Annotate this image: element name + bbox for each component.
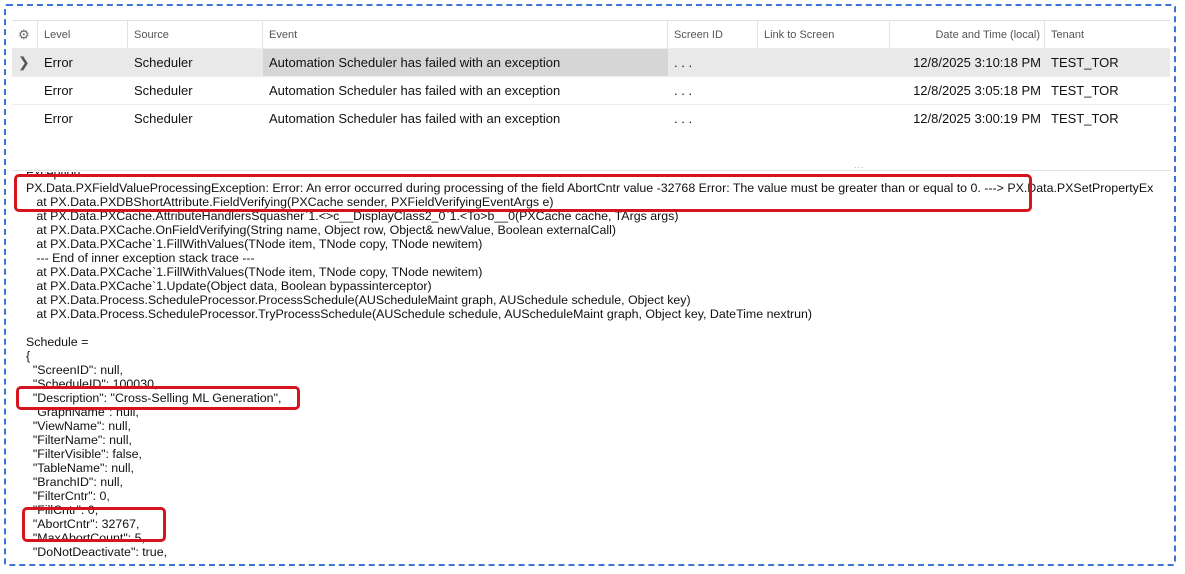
table-row[interactable]: Error Scheduler Automation Scheduler has… [12, 76, 1170, 104]
details-line: at PX.Data.PXCache.OnFieldVerifying(Stri… [26, 223, 616, 237]
details-line: "AbortCntr": 32767, [26, 517, 140, 531]
cell-tenant: TEST_TOR [1051, 55, 1119, 70]
details-line: "FillCntr": 0, [26, 503, 99, 517]
cell-link-to-screen[interactable] [758, 105, 890, 132]
cell-level: Error [44, 111, 73, 126]
details-line: PX.Data.PXFieldValueProcessingException:… [26, 181, 1154, 195]
details-line: "ScheduleID": 100030, [26, 377, 158, 391]
details-line: "FilterVisible": false, [26, 447, 142, 461]
header-event[interactable]: Event [263, 21, 668, 48]
header-tenant[interactable]: Tenant [1045, 21, 1165, 48]
panel-splitter[interactable]: ... [12, 140, 1170, 171]
details-line: "FilterCntr": 0, [26, 489, 110, 503]
cell-level: Error [44, 83, 73, 98]
details-line: at PX.Data.Process.ScheduleProcessor.Pro… [26, 293, 691, 307]
exception-details-panel: Exception: PX.Data.PXFieldValueProcessin… [12, 172, 1170, 564]
chevron-right-icon: ❯ [18, 54, 30, 70]
cell-screen-id[interactable]: . . . [668, 105, 758, 132]
table-row[interactable]: ❯ Error Scheduler Automation Scheduler h… [12, 48, 1170, 76]
details-line: at PX.Data.PXDBShortAttribute.FieldVerif… [26, 195, 554, 209]
cell-screen-id[interactable]: . . . [668, 49, 758, 76]
details-line: "MaxAbortCount": 5, [26, 531, 145, 545]
details-line: "Description": "Cross-Selling ML Generat… [26, 391, 282, 405]
details-line: "ScreenID": null, [26, 363, 123, 377]
cell-level: Error [44, 55, 73, 70]
details-line: Schedule = [26, 335, 89, 349]
details-line: { [26, 349, 31, 363]
log-grid: ⚙ Level Source Event Screen ID Link to S… [12, 20, 1170, 132]
header-date-time[interactable]: Date and Time (local) [890, 21, 1045, 48]
cell-link-to-screen[interactable] [758, 49, 890, 76]
details-line: at PX.Data.PXCache.AttributeHandlersSqua… [26, 209, 679, 223]
header-screen-id[interactable]: Screen ID [668, 21, 758, 48]
cell-tenant: TEST_TOR [1051, 83, 1119, 98]
cell-source: Scheduler [134, 83, 193, 98]
details-line: at PX.Data.PXCache`1.FillWithValues(TNod… [26, 237, 483, 251]
details-line: "BranchID": null, [26, 475, 123, 489]
cell-source: Scheduler [134, 55, 193, 70]
row-expand-button[interactable]: ❯ [12, 49, 38, 76]
details-line: Exception: [26, 172, 84, 180]
header-level[interactable]: Level [38, 21, 128, 48]
table-row[interactable]: Error Scheduler Automation Scheduler has… [12, 104, 1170, 132]
gear-icon: ⚙ [18, 26, 30, 42]
cell-date-time: 12/8/2025 3:00:19 PM [913, 111, 1041, 126]
details-line: at PX.Data.Process.ScheduleProcessor.Try… [26, 307, 813, 321]
cell-tenant: TEST_TOR [1051, 111, 1119, 126]
cell-date-time: 12/8/2025 3:05:18 PM [913, 83, 1041, 98]
details-line: "TableName": null, [26, 461, 134, 475]
cell-event[interactable]: Automation Scheduler has failed with an … [263, 105, 668, 132]
details-line: "DoNotDeactivate": true, [26, 545, 168, 559]
details-line: "ViewName": null, [26, 419, 131, 433]
cell-date-time: 12/8/2025 3:10:18 PM [913, 55, 1041, 70]
cell-source: Scheduler [134, 111, 193, 126]
splitter-grip[interactable]: ... [854, 160, 865, 170]
cell-screen-id[interactable]: . . . [668, 77, 758, 104]
cell-event[interactable]: Automation Scheduler has failed with an … [263, 49, 668, 76]
column-settings-button[interactable]: ⚙ [12, 21, 38, 48]
cell-link-to-screen[interactable] [758, 77, 890, 104]
header-source[interactable]: Source [128, 21, 263, 48]
details-line: at PX.Data.PXCache`1.Update(Object data,… [26, 279, 432, 293]
grid-header: ⚙ Level Source Event Screen ID Link to S… [12, 21, 1170, 48]
details-line: "FilterName": null, [26, 433, 132, 447]
cell-event[interactable]: Automation Scheduler has failed with an … [263, 77, 668, 104]
details-line: at PX.Data.PXCache`1.FillWithValues(TNod… [26, 265, 483, 279]
header-link-to-screen[interactable]: Link to Screen [758, 21, 890, 48]
details-line: --- End of inner exception stack trace -… [26, 251, 255, 265]
details-line: "GraphName": null, [26, 405, 139, 419]
